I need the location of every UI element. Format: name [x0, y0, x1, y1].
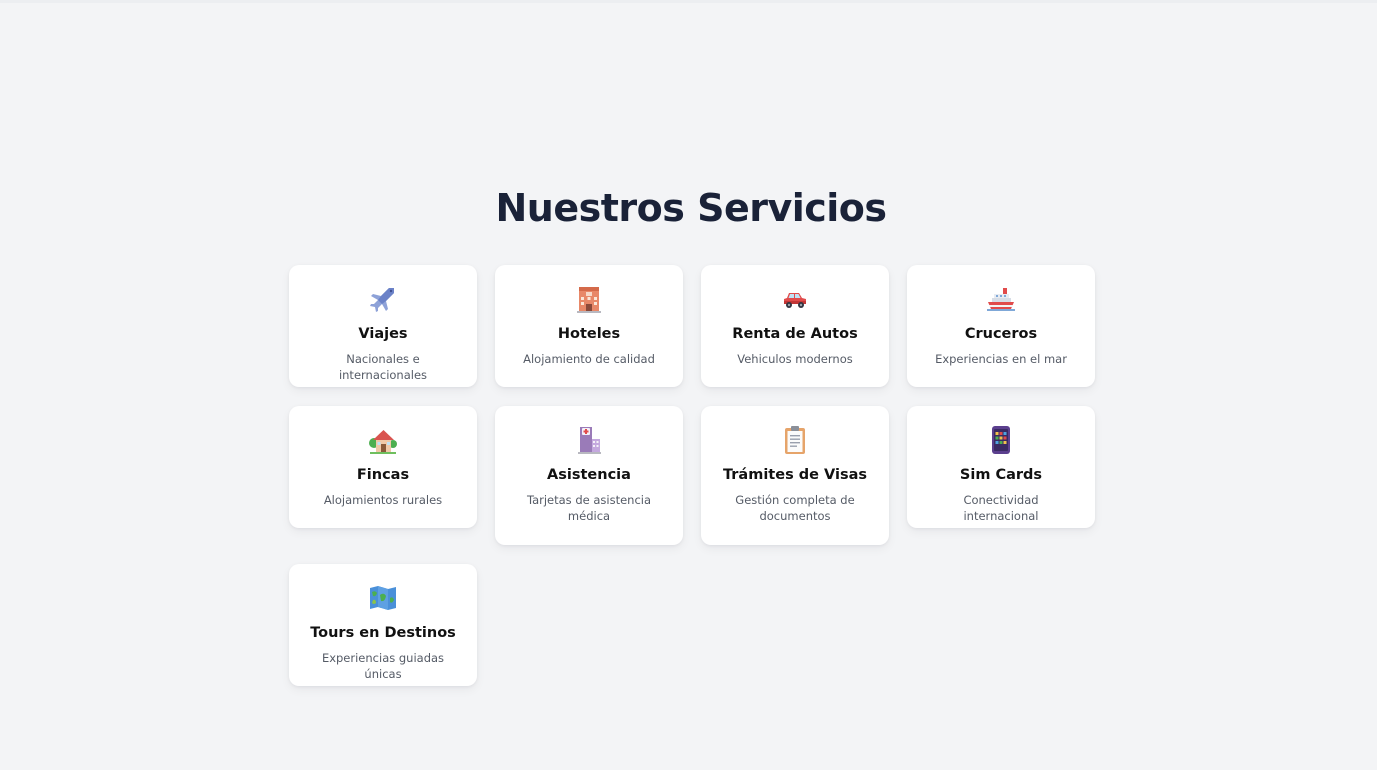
service-title: Asistencia: [547, 467, 631, 483]
service-card-sim-cards[interactable]: Sim Cards Conectividad internacional: [907, 406, 1095, 528]
service-description: Gestión completa de documentos: [735, 493, 855, 523]
service-description: Experiencias en el mar: [935, 352, 1067, 366]
clipboard-icon: [785, 426, 805, 454]
services-grid: Viajes Nacionales e internacionales Hote…: [289, 265, 1095, 686]
hotel-icon: [577, 287, 601, 313]
service-card-tramites-visas[interactable]: Trámites de Visas Gestión completa de do…: [701, 406, 889, 545]
ship-icon: [987, 288, 1015, 311]
service-card-asistencia[interactable]: Asistencia Tarjetas de asistencia médica: [495, 406, 683, 545]
service-card-fincas[interactable]: Fincas Alojamientos rurales: [289, 406, 477, 528]
service-description: Alojamientos rurales: [323, 493, 443, 507]
service-card-hoteles[interactable]: Hoteles Alojamiento de calidad: [495, 265, 683, 387]
service-description: Nacionales e internacionales: [338, 352, 428, 382]
service-card-cruceros[interactable]: Cruceros Experiencias en el mar: [907, 265, 1095, 387]
service-card-renta-autos[interactable]: Renta de Autos Vehiculos modernos: [701, 265, 889, 387]
service-title: Hoteles: [557, 326, 621, 342]
service-description: Alojamiento de calidad: [523, 352, 655, 366]
phone-icon: [992, 426, 1010, 454]
service-title: Tours en Destinos: [310, 625, 456, 641]
service-description: Vehiculos modernos: [737, 352, 853, 366]
map-icon: [370, 586, 396, 610]
service-card-tours-destinos[interactable]: Tours en Destinos Experiencias guiadas ú…: [289, 564, 477, 686]
service-description: Experiencias guiadas únicas: [321, 651, 445, 681]
car-icon: [784, 293, 806, 308]
service-title: Cruceros: [964, 326, 1038, 342]
services-section: Nuestros Servicios Viajes Nacionales e i…: [0, 0, 1377, 770]
section-title: Nuestros Servicios: [495, 186, 887, 230]
airplane-icon: [370, 288, 394, 312]
service-description: Tarjetas de asistencia médica: [526, 493, 652, 523]
service-title: Fincas: [356, 467, 410, 483]
house-icon: [369, 430, 397, 454]
service-title: Renta de Autos: [732, 326, 858, 342]
service-card-viajes[interactable]: Viajes Nacionales e internacionales: [289, 265, 477, 387]
service-title: Trámites de Visas: [722, 467, 867, 483]
service-description: Conectividad internacional: [963, 493, 1039, 523]
service-title: Viajes: [358, 326, 408, 342]
service-title: Sim Cards: [959, 467, 1043, 483]
hospital-icon: [578, 427, 601, 454]
